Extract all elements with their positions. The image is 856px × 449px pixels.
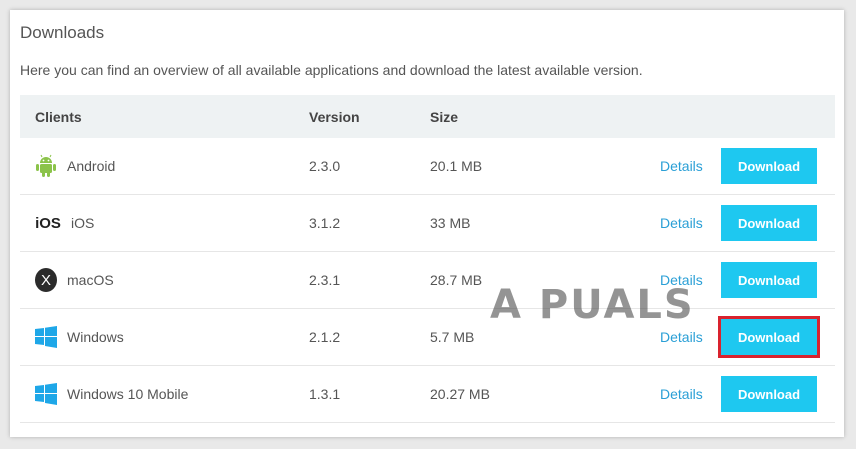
size-cell: 33 MB — [430, 215, 471, 231]
download-button[interactable]: Download — [721, 262, 817, 298]
version-cell: 3.1.2 — [309, 215, 341, 231]
download-button[interactable]: Download — [721, 205, 817, 241]
details-link[interactable]: Details — [660, 215, 703, 231]
android-icon — [35, 154, 57, 177]
version-cell: 2.3.1 — [309, 272, 341, 288]
client-name: Windows — [67, 329, 124, 345]
client-cell: Windows 10 Mobile — [35, 383, 188, 405]
client-name: Windows 10 Mobile — [67, 386, 189, 402]
client-cell: X macOS — [35, 268, 114, 292]
version-cell: 2.3.0 — [309, 158, 341, 174]
download-button[interactable]: Download — [721, 376, 817, 412]
size-cell: 5.7 MB — [430, 329, 475, 345]
header-version: Version — [309, 108, 360, 125]
table-row: Android 2.3.0 20.1 MB Details Download — [20, 138, 835, 195]
client-name: iOS — [71, 215, 95, 231]
table-header: Clients Version Size — [20, 95, 835, 138]
client-cell: iOS iOS — [35, 212, 94, 234]
client-cell: Android — [35, 154, 116, 177]
size-cell: 20.1 MB — [430, 158, 483, 174]
version-cell: 2.1.2 — [309, 329, 341, 345]
client-name: macOS — [67, 272, 114, 288]
version-cell: 1.3.1 — [309, 386, 341, 402]
details-link[interactable]: Details — [660, 386, 703, 402]
download-button[interactable]: Download — [721, 148, 817, 184]
table-row: Windows 2.1.2 5.7 MB Details Download — [20, 309, 835, 366]
ios-icon: iOS — [35, 214, 61, 232]
macos-icon: X — [35, 268, 57, 292]
watermark-logo: A PUALS — [490, 282, 695, 328]
details-link[interactable]: Details — [660, 158, 703, 174]
size-cell: 20.27 MB — [430, 386, 490, 402]
size-cell: 28.7 MB — [430, 272, 483, 288]
windows-icon — [35, 383, 57, 405]
table-row: X macOS 2.3.1 28.7 MB Details Download — [20, 252, 835, 309]
table-row: iOS iOS 3.1.2 33 MB Details Download — [20, 195, 835, 252]
page-description: Here you can find an overview of all ava… — [20, 62, 643, 78]
download-button-highlighted[interactable]: Download — [718, 316, 820, 358]
page-title: Downloads — [20, 23, 105, 42]
macos-x-glyph: X — [35, 268, 57, 292]
client-name: Android — [67, 158, 116, 174]
header-size: Size — [430, 108, 459, 125]
client-cell: Windows — [35, 326, 124, 348]
downloads-panel: Downloads Here you can find an overview … — [10, 10, 844, 437]
windows-icon — [35, 326, 57, 348]
header-clients: Clients — [35, 108, 82, 125]
table-row: Windows 10 Mobile 1.3.1 20.27 MB Details… — [20, 366, 835, 423]
downloads-table: Clients Version Size Android 2.3.0 20.1 … — [20, 95, 835, 423]
details-link[interactable]: Details — [660, 329, 703, 345]
